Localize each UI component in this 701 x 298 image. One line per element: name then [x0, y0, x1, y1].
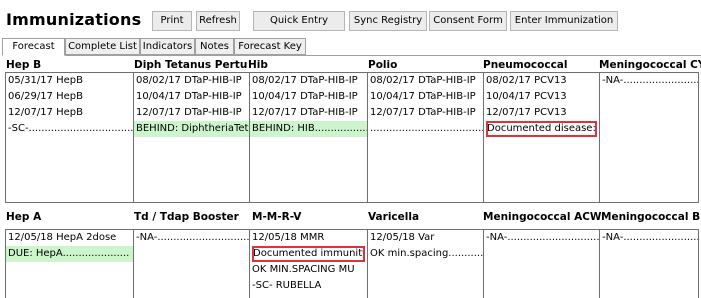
- list-item[interactable]: -NA-....................................…: [484, 230, 599, 246]
- column-header-meningococcal-acwy: Meningococcal ACWY: [483, 211, 601, 223]
- meningococcal-b-list[interactable]: -NA-....................................…: [599, 229, 699, 298]
- print-button[interactable]: Print: [152, 11, 192, 31]
- column-header-meningococcal-cy: Meningococcal CY: [599, 59, 701, 71]
- list-item[interactable]: 12/05/18 HepA 2dose: [6, 230, 133, 246]
- list-item[interactable]: 12/07/17 DTaP-HIB-IP: [134, 105, 249, 121]
- sync-registry-button[interactable]: Sync Registry: [349, 11, 427, 31]
- list-item[interactable]: 12/07/17 DTaP-HIB-IP: [368, 105, 483, 121]
- documented-disease-item[interactable]: Documented disease:: [486, 121, 597, 137]
- column-header-varicella: Varicella: [368, 211, 420, 223]
- mmrv-list[interactable]: 12/05/18 MMR Documented immunity OK MIN.…: [249, 229, 368, 298]
- due-status-item[interactable]: DUE: HepA.....................: [6, 246, 133, 262]
- list-item[interactable]: 12/07/17 HepB: [6, 105, 133, 121]
- list-item[interactable]: 10/04/17 DTaP-HIB-IP: [250, 89, 367, 105]
- pneumococcal-list[interactable]: 08/02/17 PCV13 10/04/17 PCV13 12/07/17 P…: [483, 72, 600, 203]
- tab-indicators[interactable]: Indicators: [140, 38, 195, 55]
- list-item[interactable]: 05/31/17 HepB: [6, 73, 133, 89]
- list-item[interactable]: -SC- RUBELLA: [250, 278, 367, 294]
- column-header-hep-a: Hep A: [6, 211, 42, 223]
- hep-a-list[interactable]: 12/05/18 HepA 2dose DUE: HepA...........…: [5, 229, 134, 298]
- list-item[interactable]: 08/02/17 DTaP-HIB-IP: [134, 73, 249, 89]
- list-item[interactable]: 12/07/17 DTaP-HIB-IP: [250, 105, 367, 121]
- tab-forecast[interactable]: Forecast: [2, 38, 65, 56]
- hep-b-list[interactable]: 05/31/17 HepB 06/29/17 HepB 12/07/17 Hep…: [5, 72, 134, 203]
- list-item[interactable]: 08/02/17 PCV13: [484, 73, 599, 89]
- list-item[interactable]: -NA-....................................…: [600, 73, 698, 89]
- column-header-meningococcal-b: Meningococcal B: [601, 211, 701, 223]
- meningococcal-cy-list[interactable]: -NA-....................................…: [599, 72, 699, 203]
- list-item[interactable]: ........................................…: [368, 121, 483, 137]
- meningococcal-acwy-list[interactable]: -NA-....................................…: [483, 229, 600, 298]
- tab-complete-list[interactable]: Complete List: [65, 38, 140, 55]
- diph-tetanus-pertuss-list[interactable]: 08/02/17 DTaP-HIB-IP 10/04/17 DTaP-HIB-I…: [133, 72, 250, 203]
- list-item[interactable]: 08/02/17 DTaP-HIB-IP: [250, 73, 367, 89]
- column-header-pneumococcal: Pneumococcal: [483, 59, 568, 71]
- polio-list[interactable]: 08/02/17 DTaP-HIB-IP 10/04/17 DTaP-HIB-I…: [367, 72, 484, 203]
- column-header-hep-b: Hep B: [6, 59, 42, 71]
- behind-status-item[interactable]: BEHIND: DiphtheriaTet: [134, 121, 249, 137]
- td-tdap-booster-list[interactable]: -NA-....................................…: [133, 229, 250, 298]
- list-item[interactable]: -SC-....................................…: [6, 121, 133, 137]
- enter-immunization-button[interactable]: Enter Immunization: [510, 11, 618, 31]
- list-item[interactable]: 06/29/17 HepB: [6, 89, 133, 105]
- forecast-panel: Hep B Diph Tetanus Pertuss Hib Polio Pne…: [2, 55, 701, 298]
- quick-entry-button[interactable]: Quick Entry: [253, 11, 345, 31]
- list-item[interactable]: -NA-....................................…: [134, 230, 249, 246]
- column-header-td-tdap-booster: Td / Tdap Booster: [134, 211, 239, 223]
- column-header-diph-tetanus-pertuss: Diph Tetanus Pertuss: [134, 59, 248, 71]
- consent-form-button[interactable]: Consent Form: [429, 11, 507, 31]
- list-item[interactable]: OK MIN.SPACING MU: [250, 262, 367, 278]
- list-item[interactable]: 12/05/18 Var: [368, 230, 483, 246]
- page-title: Immunizations: [6, 10, 142, 29]
- list-item[interactable]: 10/04/17 PCV13: [484, 89, 599, 105]
- hib-list[interactable]: 08/02/17 DTaP-HIB-IP 10/04/17 DTaP-HIB-I…: [249, 72, 368, 203]
- column-header-polio: Polio: [368, 59, 398, 71]
- list-item[interactable]: -NA-....................................…: [600, 230, 698, 246]
- documented-immunity-item[interactable]: Documented immunity: [252, 246, 365, 262]
- tab-forecast-key[interactable]: Forecast Key: [234, 38, 306, 55]
- list-item[interactable]: OK min.spacing............: [368, 246, 483, 262]
- list-item[interactable]: 10/04/17 DTaP-HIB-IP: [368, 89, 483, 105]
- list-item[interactable]: 12/07/17 PCV13: [484, 105, 599, 121]
- column-header-mmrv: M-M-R-V: [252, 211, 302, 223]
- tab-notes[interactable]: Notes: [195, 38, 234, 55]
- behind-status-item[interactable]: BEHIND: HIB....................: [250, 121, 367, 137]
- list-item[interactable]: 12/05/18 MMR: [250, 230, 367, 246]
- column-header-hib: Hib: [248, 59, 268, 71]
- refresh-button[interactable]: Refresh: [196, 11, 240, 31]
- list-item[interactable]: 08/02/17 DTaP-HIB-IP: [368, 73, 483, 89]
- window-header: Immunizations Print Refresh Quick Entry …: [0, 0, 701, 36]
- varicella-list[interactable]: 12/05/18 Var OK min.spacing............: [367, 229, 484, 298]
- list-item[interactable]: 10/04/17 DTaP-HIB-IP: [134, 89, 249, 105]
